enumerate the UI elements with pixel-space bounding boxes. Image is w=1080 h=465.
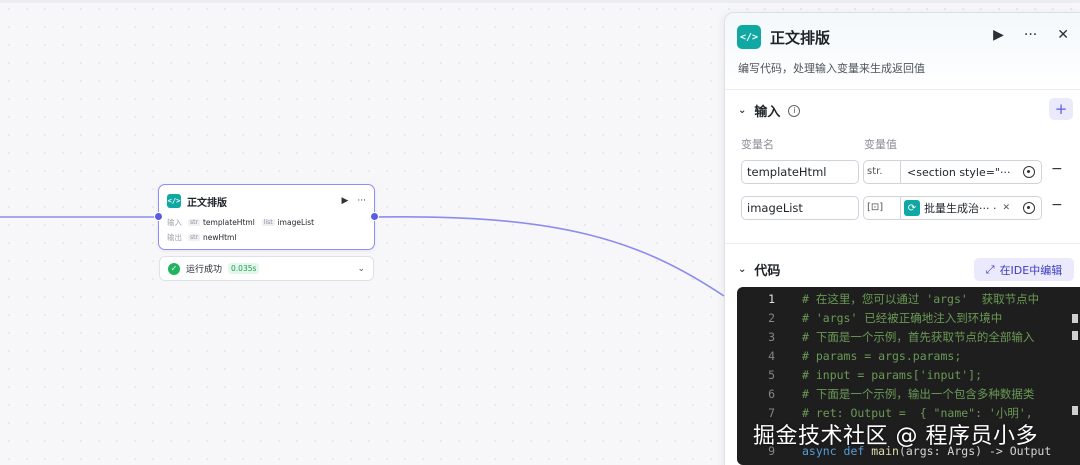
code-text: # 下面是一个示例，首先获取节点的全部输入	[802, 329, 1035, 344]
var-type-tag: str	[188, 219, 200, 226]
code-section-title: 代码	[754, 264, 781, 279]
line-number: 1	[768, 291, 775, 306]
code-line: 1 # 在这里，您可以通过 'args' 获取节点中	[737, 289, 1080, 308]
divider	[725, 243, 1080, 244]
success-check-icon: ✓	[168, 262, 180, 275]
reference-chip[interactable]: ⟳ 批量生成治··· · ✕	[904, 200, 1019, 216]
code-section-header[interactable]: ⌄ 代码	[738, 260, 780, 279]
line-number: 3	[768, 329, 775, 344]
loop-icon: ⟳	[904, 200, 920, 216]
panel-title: 正文排版	[770, 29, 831, 47]
chevron-down-icon[interactable]: ⌄	[738, 105, 746, 116]
code-text: # 下面是一个示例，输出一个包含多种数据类	[802, 386, 1035, 401]
line-number: 2	[768, 310, 775, 325]
remove-variable-button[interactable]: −	[1051, 197, 1063, 213]
panel-description: 编写代码，处理输入变量来生成返回值	[738, 62, 925, 75]
more-icon[interactable]: ···	[1024, 27, 1037, 43]
var-value-input[interactable]: <section style="···	[900, 160, 1042, 184]
var-name-input[interactable]: imageList	[741, 196, 859, 220]
panel-header	[725, 13, 1080, 90]
node-title: 正文排版	[187, 197, 227, 209]
target-icon[interactable]	[1023, 166, 1035, 178]
scroll-marker	[1072, 331, 1078, 340]
code-text: # 'args' 已经被正确地注入到环境中	[802, 310, 1003, 325]
scroll-marker	[1072, 314, 1078, 323]
var-type-tag: list	[261, 219, 275, 226]
outputs-label: 输出	[167, 233, 182, 242]
code-icon: </>	[737, 25, 761, 49]
node-outputs-row: 输出 str newHtml	[167, 232, 236, 243]
input-section-header[interactable]: ⌄ 输入 i	[738, 101, 801, 120]
var-type-select[interactable]: [⊡]	[863, 196, 901, 220]
watermark: 掘金技术社区 @ 程序员小多	[753, 424, 1038, 449]
code-node[interactable]: </> 正文排版 ▶ ··· 输入 str templateHtml list …	[158, 184, 375, 250]
code-line: 4 # params = args.params;	[737, 346, 1080, 365]
close-icon[interactable]: ✕	[1057, 27, 1069, 43]
code-text: # params = args.params;	[802, 348, 962, 363]
input-var-name: templateHtml	[202, 218, 255, 227]
output-port[interactable]	[370, 212, 379, 221]
col-header-value: 变量值	[864, 138, 897, 151]
node-header: </> 正文排版 ▶ ···	[167, 193, 366, 209]
code-text: # input = params['input'];	[802, 367, 983, 382]
code-line: 5 # input = params['input'];	[737, 365, 1080, 384]
line-number: 5	[768, 367, 775, 382]
output-var-name: newHtml	[202, 233, 237, 242]
canvas-top-border	[0, 0, 1080, 3]
scroll-marker	[1072, 406, 1078, 415]
var-value-text: <section style="···	[907, 165, 1011, 179]
var-value-ref[interactable]: ⟳ 批量生成治··· · ✕	[900, 196, 1042, 220]
remove-variable-button[interactable]: −	[1051, 161, 1063, 177]
line-number: 6	[768, 386, 775, 401]
inputs-label: 输入	[167, 218, 182, 227]
close-icon[interactable]: ✕	[1002, 203, 1010, 213]
status-text: 运行成功	[186, 265, 223, 275]
code-icon: </>	[167, 194, 181, 208]
node-settings-panel: </> 正文排版 ▶ ··· ✕ 编写代码，处理输入变量来生成返回值 ⌄ 输入 …	[724, 12, 1080, 465]
add-variable-button[interactable]: +	[1049, 98, 1073, 120]
col-header-name: 变量名	[741, 138, 774, 151]
edit-in-ide-button[interactable]: ⤢ 在IDE中编辑	[974, 258, 1074, 281]
expand-icon: ⤢	[985, 262, 995, 276]
run-time-badge: 0.035s	[228, 263, 260, 274]
input-section-title: 输入	[754, 105, 781, 120]
input-port[interactable]	[154, 212, 163, 221]
code-line: 3 # 下面是一个示例，首先获取节点的全部输入	[737, 327, 1080, 346]
outgoing-edge[interactable]	[374, 215, 725, 297]
line-number: 4	[768, 348, 775, 363]
edit-in-ide-label: 在IDE中编辑	[999, 263, 1063, 277]
reference-text: 批量生成治··· ·	[924, 202, 997, 215]
run-status-bar[interactable]: ✓ 运行成功 0.035s ⌄	[159, 256, 374, 281]
code-line: 6 # 下面是一个示例，输出一个包含多种数据类	[737, 384, 1080, 403]
target-icon[interactable]	[1023, 202, 1035, 214]
divider	[725, 89, 1080, 90]
node-inputs-row: 输入 str templateHtml list imageList	[167, 217, 314, 228]
chevron-down-icon[interactable]: ⌄	[357, 264, 365, 274]
code-line: 2 # 'args' 已经被正确地注入到环境中	[737, 308, 1080, 327]
var-type-tag: str	[188, 234, 200, 241]
var-name-input[interactable]: templateHtml	[741, 160, 859, 184]
input-var-name: imageList	[277, 218, 315, 227]
var-type-select[interactable]: str.	[863, 160, 901, 184]
chevron-down-icon[interactable]: ⌄	[738, 264, 746, 275]
run-icon[interactable]: ▶	[993, 27, 1004, 43]
more-icon[interactable]: ···	[357, 196, 366, 206]
info-icon[interactable]: i	[788, 104, 801, 117]
run-icon[interactable]: ▶	[341, 196, 348, 206]
code-text: # 在这里，您可以通过 'args' 获取节点中	[802, 291, 1040, 306]
